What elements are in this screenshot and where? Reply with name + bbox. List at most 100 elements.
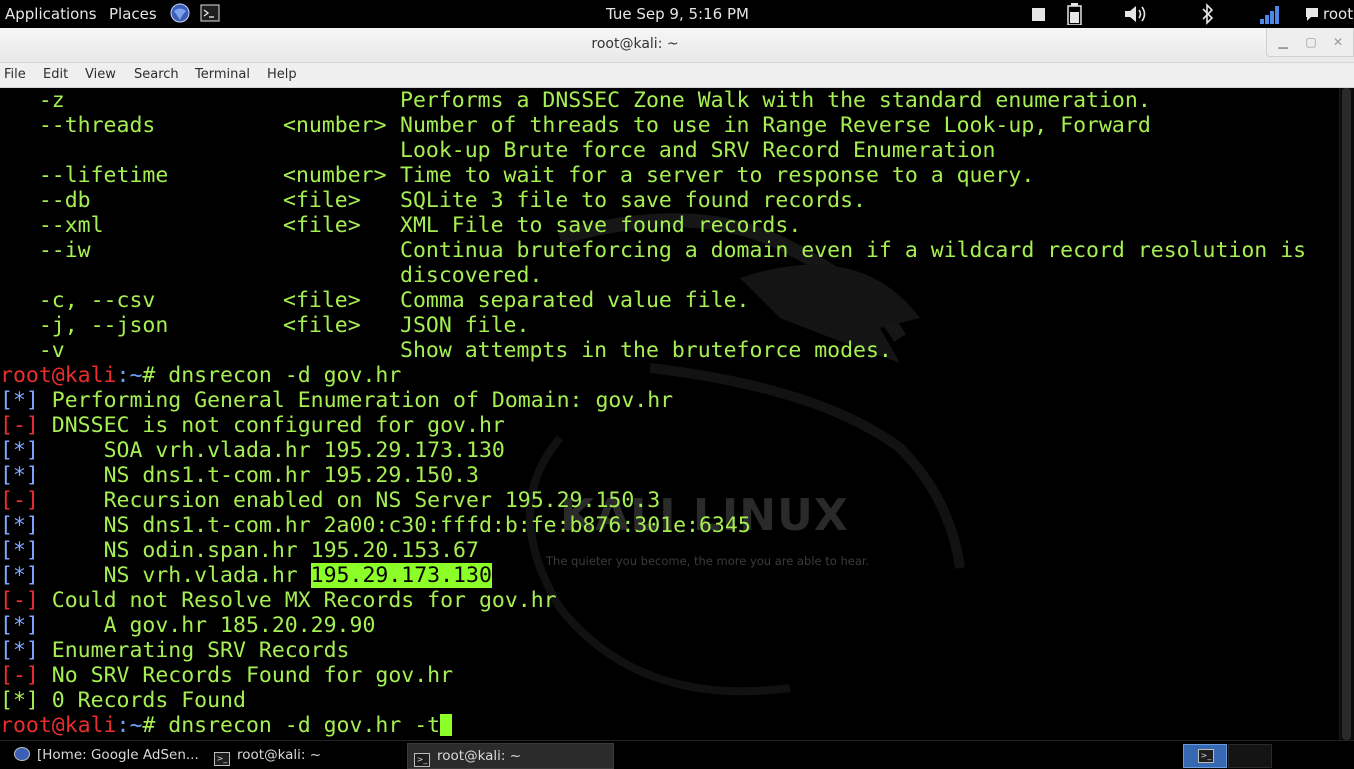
clock[interactable]: Tue Sep 9, 5:16 PM	[606, 5, 749, 23]
status-marker: [*]	[0, 563, 39, 588]
browser-task-icon	[14, 747, 30, 761]
output-line: [*] A gov.hr 185.20.29.90	[0, 613, 375, 638]
menu-file[interactable]: File	[4, 67, 26, 82]
help-argument: <number>	[283, 113, 387, 138]
command-text: dnsrecon -d gov.hr	[168, 363, 402, 388]
browser-launcher-icon[interactable]	[170, 3, 190, 23]
help-description: discovered.	[400, 263, 543, 288]
help-description: Comma separated value file.	[400, 288, 750, 313]
screen-record-icon[interactable]	[1031, 3, 1047, 25]
task-terminal-window-1[interactable]: >_ root@kali: ~	[214, 743, 404, 767]
help-description: XML File to save found records.	[400, 213, 802, 238]
menu-terminal[interactable]: Terminal	[195, 67, 250, 82]
help-option: --iw	[0, 238, 91, 263]
help-option: -v	[0, 338, 65, 363]
menu-edit[interactable]: Edit	[43, 67, 68, 82]
output-text: Could not Resolve MX Records for gov.hr	[38, 588, 557, 613]
output-text: No SRV Records Found for gov.hr	[38, 663, 454, 688]
output-line: [-] Could not Resolve MX Records for gov…	[0, 588, 557, 613]
help-argument: <file>	[283, 313, 361, 338]
help-description: Number of threads to use in Range Revers…	[400, 113, 1151, 138]
status-marker: [*]	[0, 688, 39, 713]
places-menu[interactable]: Places	[109, 5, 157, 23]
output-line: [*] SOA vrh.vlada.hr 195.29.173.130	[0, 438, 505, 463]
bluetooth-icon[interactable]	[1200, 3, 1216, 25]
volume-icon[interactable]	[1123, 3, 1149, 25]
output-text: NS dns1.t-com.hr 195.29.150.3	[38, 463, 479, 488]
output-text: NS dns1.t-com.hr 2a00:c30:fffd:b:fe:b876…	[38, 513, 751, 538]
prompt-line: root@kali:~# dnsrecon -d gov.hr -t	[0, 713, 453, 738]
minimize-icon[interactable]: ▁	[1275, 34, 1291, 50]
watermark-tagline: The quieter you become, the more you are…	[546, 554, 870, 568]
close-icon[interactable]: ✕	[1330, 34, 1346, 50]
help-description: Time to wait for a server to response to…	[400, 163, 1035, 188]
help-argument: <number>	[283, 163, 387, 188]
output-line: [*] Enumerating SRV Records	[0, 638, 350, 663]
output-text: Performing General Enumeration of Domain…	[38, 388, 674, 413]
workspace-1-button[interactable]: >_	[1183, 744, 1227, 768]
status-marker: [*]	[0, 538, 39, 563]
task-browser-window[interactable]: [Home: Google AdSen...	[14, 743, 209, 767]
output-line: [*] NS odin.span.hr 195.20.153.67	[0, 538, 479, 563]
output-text: DNSSEC is not configured for gov.hr	[38, 413, 505, 438]
terminal-cursor	[440, 714, 453, 736]
help-description: Continua bruteforcing a domain even if a…	[400, 238, 1307, 263]
help-description: Look-up Brute force and SRV Record Enume…	[400, 138, 996, 163]
output-text: A gov.hr 185.20.29.90	[38, 613, 376, 638]
terminal-output-area[interactable]: KALI LINUX The quieter you become, the m…	[0, 88, 1340, 740]
status-marker: [*]	[0, 463, 39, 488]
help-argument: <file>	[283, 288, 361, 313]
terminal-scrollbar[interactable]	[1339, 88, 1354, 740]
help-description: Performs a DNSSEC Zone Walk with the sta…	[400, 88, 1151, 113]
status-marker: [-]	[0, 663, 39, 688]
help-option: --threads	[0, 113, 156, 138]
help-option: -z	[0, 88, 65, 113]
help-argument: <file>	[283, 188, 361, 213]
help-option: --db	[0, 188, 91, 213]
status-marker: [-]	[0, 588, 39, 613]
task-terminal-window-2[interactable]: >_ root@kali: ~	[407, 743, 614, 769]
prompt-hash: #	[142, 713, 169, 738]
output-line: [*] NS dns1.t-com.hr 195.29.150.3	[0, 463, 479, 488]
prompt-user: root@kali	[0, 363, 117, 388]
user-menu[interactable]: root	[1323, 5, 1353, 23]
menu-search[interactable]: Search	[134, 67, 179, 82]
menu-view[interactable]: View	[85, 67, 116, 82]
highlighted-ip: 195.29.173.130	[310, 563, 492, 588]
terminal-task-icon: >_	[414, 753, 430, 767]
prompt-line: root@kali:~# dnsrecon -d gov.hr	[0, 363, 401, 388]
help-option: -c, --csv	[0, 288, 156, 313]
task-browser-label: [Home: Google AdSen...	[37, 747, 199, 763]
menu-help[interactable]: Help	[267, 67, 297, 82]
command-text: dnsrecon -d gov.hr -t	[168, 713, 441, 738]
workspace-2-button[interactable]	[1228, 744, 1272, 768]
battery-icon[interactable]	[1065, 3, 1085, 25]
maximize-icon[interactable]: ▢	[1303, 34, 1319, 50]
output-line: [*] NS dns1.t-com.hr 2a00:c30:fffd:b:fe:…	[0, 513, 751, 538]
status-marker: [*]	[0, 613, 39, 638]
output-line: [*] NS vrh.vlada.hr 195.29.173.130	[0, 563, 492, 588]
window-controls: ▁ ▢ ✕	[1266, 28, 1354, 57]
network-signal-icon[interactable]	[1258, 3, 1282, 25]
terminal-task-icon: >_	[214, 752, 230, 766]
applications-menu[interactable]: Applications	[5, 5, 97, 23]
output-text: Enumerating SRV Records	[38, 638, 350, 663]
status-marker: [*]	[0, 388, 39, 413]
help-option: --lifetime	[0, 163, 169, 188]
output-line: [*] 0 Records Found	[0, 688, 246, 713]
status-marker: [-]	[0, 413, 39, 438]
help-description: Show attempts in the bruteforce modes.	[400, 338, 892, 363]
prompt-hash: #	[142, 363, 169, 388]
scrollbar-thumb[interactable]	[1342, 88, 1351, 740]
output-line: [-] No SRV Records Found for gov.hr	[0, 663, 453, 688]
prompt-user: root@kali	[0, 713, 117, 738]
output-text: NS vrh.vlada.hr	[38, 563, 311, 588]
prompt-path: :~	[116, 363, 143, 388]
output-text: NS odin.span.hr 195.20.153.67	[38, 538, 479, 563]
top-panel: Applications Places Tue Sep 9, 5:16 PM r…	[0, 0, 1354, 28]
chat-status-icon[interactable]	[1304, 3, 1320, 25]
help-description: JSON file.	[400, 313, 530, 338]
output-text: SOA vrh.vlada.hr 195.29.173.130	[38, 438, 505, 463]
window-titlebar[interactable]: root@kali: ~ ▁ ▢ ✕	[0, 28, 1354, 63]
terminal-launcher-icon[interactable]	[200, 3, 220, 23]
